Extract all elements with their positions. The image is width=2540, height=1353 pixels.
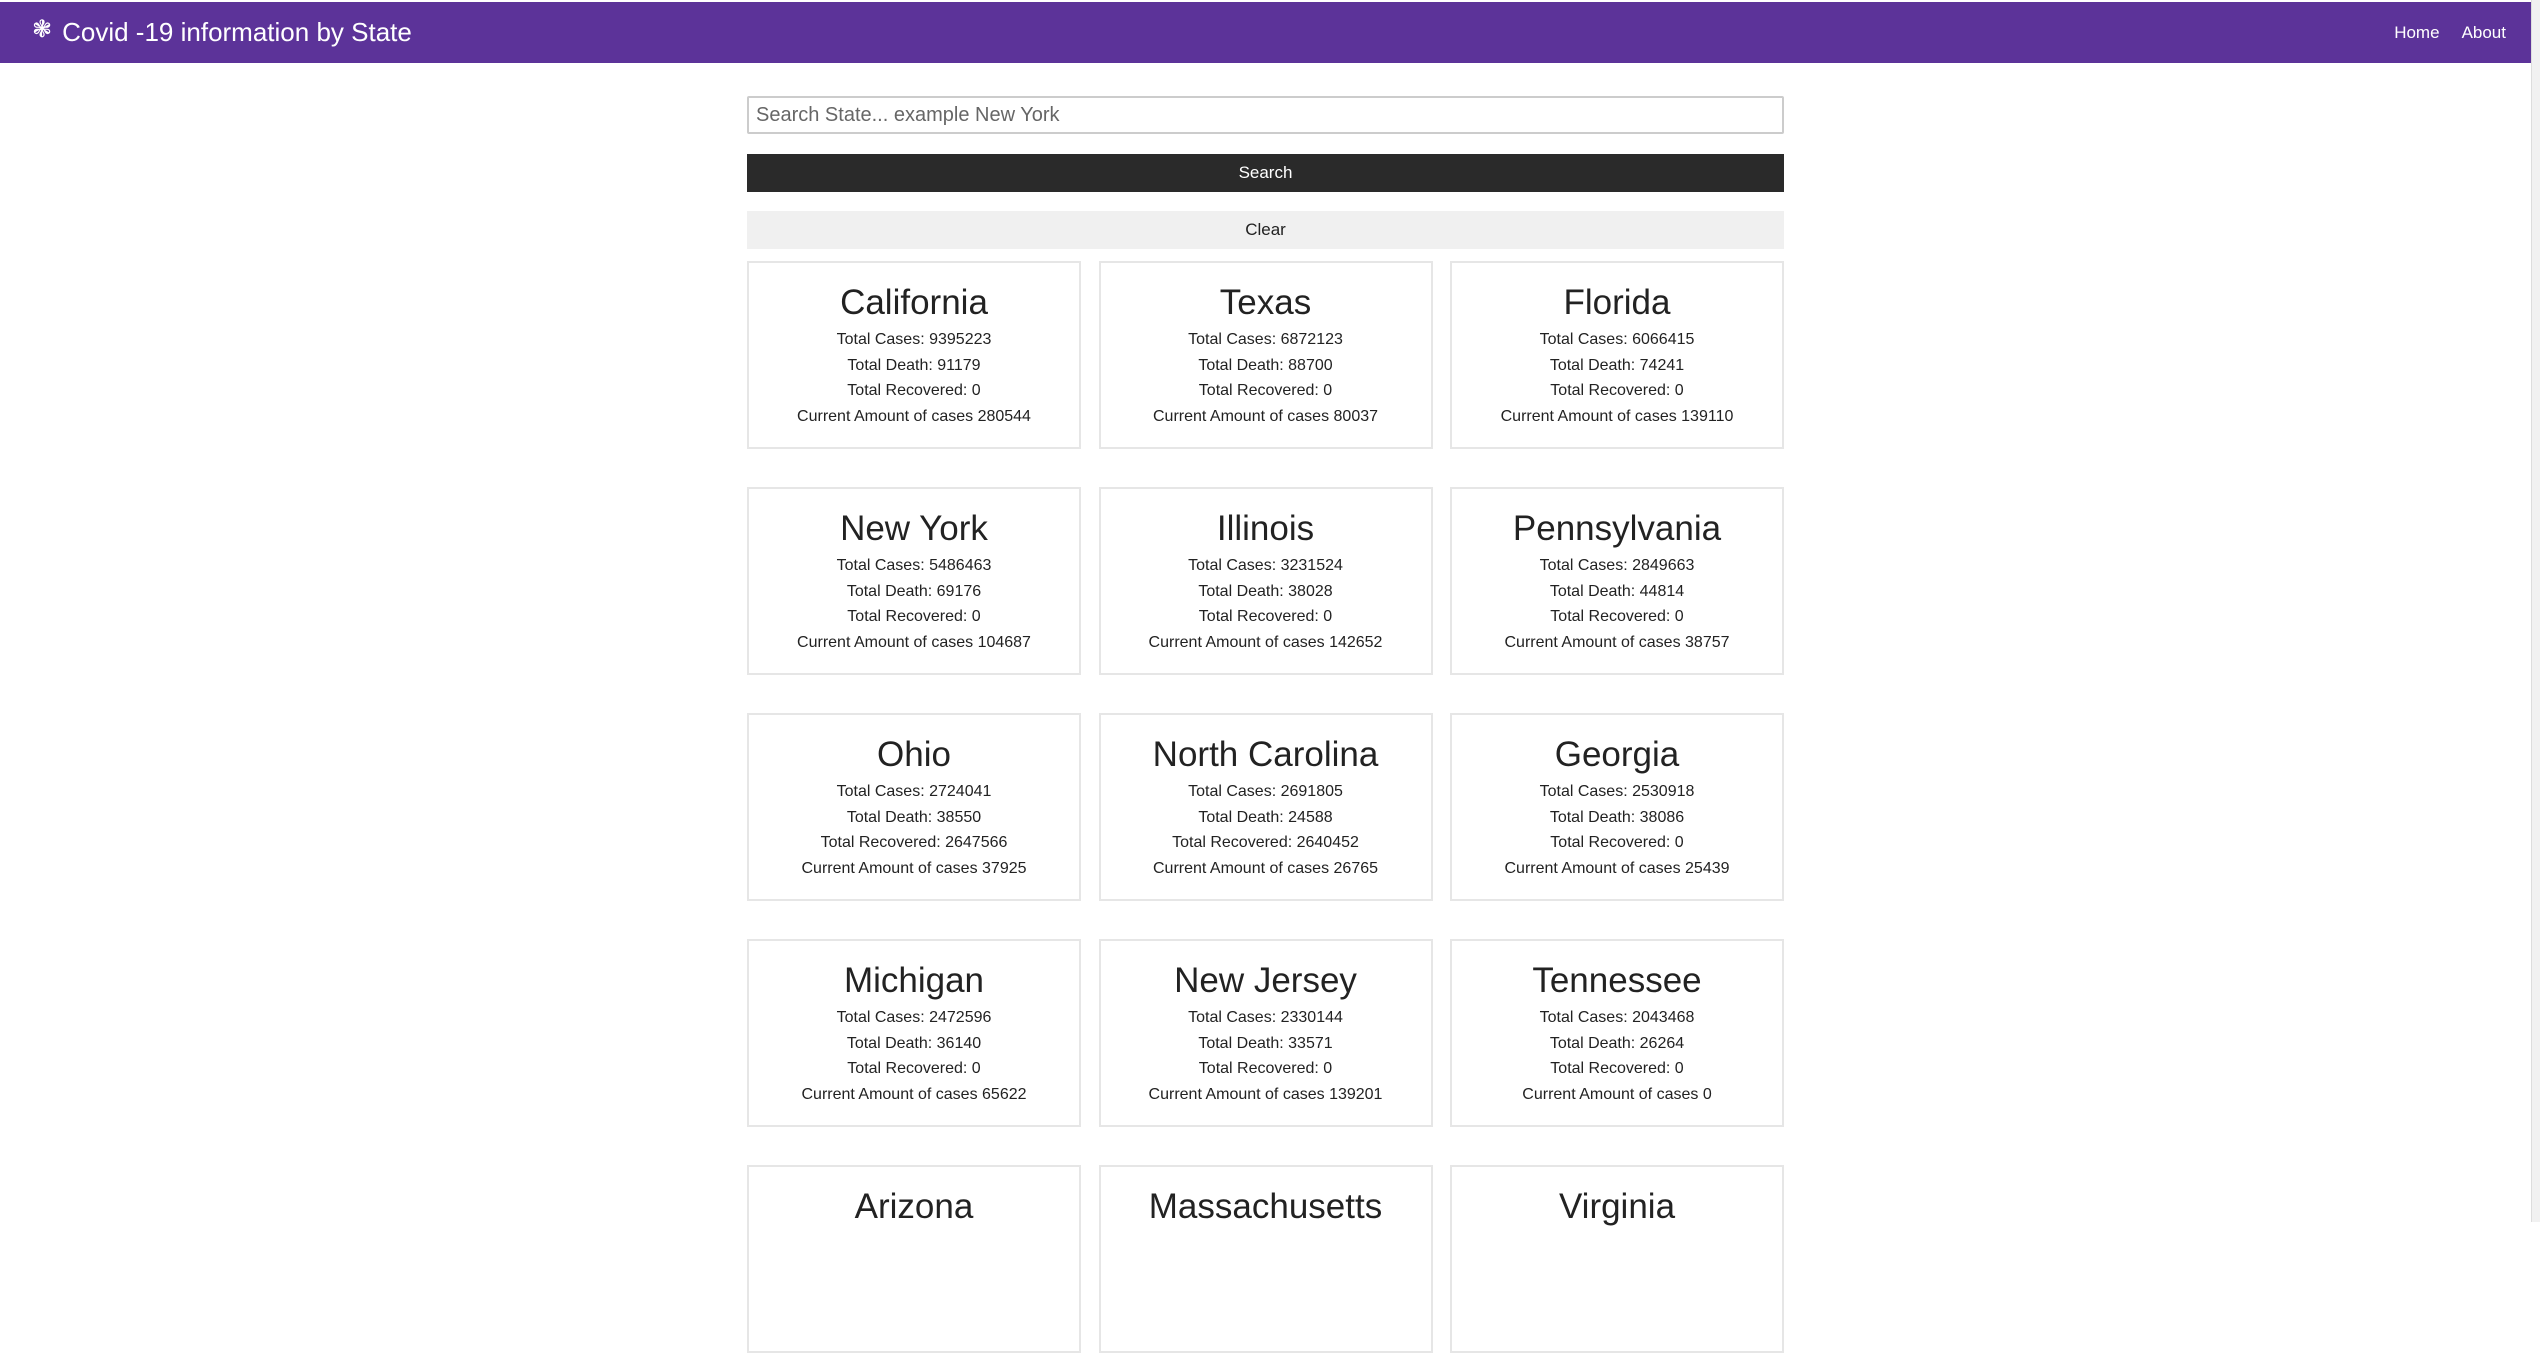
current-cases: Current Amount of cases 280544: [797, 407, 1031, 425]
main-content: Search Clear California Total Cases: 939…: [747, 96, 1784, 1353]
total-recovered: Total Recovered: 0: [1550, 834, 1684, 852]
total-recovered: Total Recovered: 0: [1550, 382, 1684, 400]
state-name: Virginia: [1558, 1187, 1676, 1226]
virus-icon: ❃: [32, 16, 53, 43]
current-cases: Current Amount of cases 142652: [1148, 633, 1383, 651]
state-card: North Carolina Total Cases: 2691805 Tota…: [1098, 713, 1433, 901]
total-cases: Total Cases: 2724041: [836, 783, 992, 800]
state-card: New York Total Cases: 5486463 Total Deat…: [747, 487, 1081, 675]
total-recovered: Total Recovered: 0: [1550, 608, 1684, 626]
state-card: Florida Total Cases: 6066415 Total Death…: [1450, 261, 1784, 449]
total-death: Total Death: 91179: [847, 356, 981, 374]
app-title: Covid -19 information by State: [62, 17, 412, 47]
total-recovered: Total Recovered: 2640452: [1172, 834, 1359, 852]
current-cases: Current Amount of cases 38757: [1504, 633, 1730, 651]
nav-home-link[interactable]: Home: [2394, 23, 2439, 43]
total-recovered: Total Recovered: 0: [847, 1060, 981, 1078]
total-cases: Total Cases: 2849663: [1539, 557, 1695, 574]
state-card: Texas Total Cases: 6872123 Total Death: …: [1098, 261, 1433, 449]
total-recovered: Total Recovered: 0: [1198, 608, 1333, 626]
state-card: Illinois Total Cases: 3231524 Total Deat…: [1098, 487, 1433, 675]
state-name: Michigan: [843, 961, 985, 1000]
current-cases: Current Amount of cases 0: [1522, 1085, 1712, 1103]
state-name: Tennessee: [1532, 961, 1702, 1000]
state-card: Pennsylvania Total Cases: 2849663 Total …: [1450, 487, 1784, 675]
total-cases: Total Cases: 3231524: [1188, 557, 1343, 574]
nav-about-link[interactable]: About: [2462, 23, 2506, 43]
total-death: Total Death: 69176: [846, 582, 982, 600]
state-name: Texas: [1219, 283, 1312, 322]
state-card: New Jersey Total Cases: 2330144 Total De…: [1098, 939, 1433, 1127]
state-name: North Carolina: [1152, 735, 1379, 774]
state-name: Pennsylvania: [1512, 509, 1722, 548]
total-recovered: Total Recovered: 0: [847, 382, 981, 400]
state-name: Florida: [1563, 283, 1671, 322]
current-cases: Current Amount of cases 139201: [1148, 1085, 1383, 1103]
state-name: Georgia: [1554, 735, 1680, 774]
current-cases: Current Amount of cases 139110: [1500, 407, 1734, 425]
total-death: Total Death: 24588: [1198, 808, 1333, 826]
current-cases: Current Amount of cases 65622: [801, 1085, 1027, 1103]
brand-link[interactable]: ❃ Covid -19 information by State: [32, 16, 412, 48]
total-cases: Total Cases: 2472596: [836, 1009, 992, 1026]
total-cases: Total Cases: 2043468: [1539, 1009, 1695, 1026]
total-recovered: Total Recovered: 0: [1198, 1060, 1333, 1078]
total-death: Total Death: 38086: [1549, 808, 1685, 826]
total-death: Total Death: 38028: [1198, 582, 1333, 600]
current-cases: Current Amount of cases 104687: [797, 633, 1031, 651]
total-death: Total Death: 38550: [846, 808, 982, 826]
state-card: Arizona: [747, 1165, 1081, 1353]
total-cases: Total Cases: 6872123: [1188, 331, 1343, 348]
state-card: Massachusetts: [1098, 1165, 1433, 1353]
nav-links: Home About: [2372, 23, 2506, 43]
total-recovered: Total Recovered: 0: [847, 608, 981, 626]
total-death: Total Death: 88700: [1198, 356, 1333, 374]
state-card: California Total Cases: 9395223 Total De…: [747, 261, 1081, 449]
total-death: Total Death: 44814: [1549, 582, 1685, 600]
state-card: Georgia Total Cases: 2530918 Total Death…: [1450, 713, 1784, 901]
total-cases: Total Cases: 2691805: [1188, 783, 1343, 800]
state-card: Virginia: [1450, 1165, 1784, 1353]
navbar: ❃ Covid -19 information by State Home Ab…: [0, 2, 2532, 63]
total-cases: Total Cases: 2330144: [1188, 1009, 1343, 1026]
current-cases: Current Amount of cases 26765: [1152, 859, 1379, 877]
state-card: Tennessee Total Cases: 2043468 Total Dea…: [1450, 939, 1784, 1127]
state-name: New York: [840, 509, 988, 548]
total-recovered: Total Recovered: 2647566: [820, 834, 1008, 852]
clear-button[interactable]: Clear: [747, 211, 1784, 249]
state-name: Arizona: [854, 1187, 974, 1226]
state-name: California: [840, 283, 988, 322]
total-death: Total Death: 26264: [1549, 1034, 1685, 1052]
search-button[interactable]: Search: [747, 154, 1784, 192]
total-cases: Total Cases: 5486463: [836, 557, 992, 574]
total-cases: Total Cases: 9395223: [836, 331, 992, 348]
state-name: Massachusetts: [1148, 1187, 1383, 1226]
current-cases: Current Amount of cases 37925: [801, 859, 1027, 877]
total-recovered: Total Recovered: 0: [1198, 382, 1333, 400]
total-death: Total Death: 36140: [846, 1034, 982, 1052]
current-cases: Current Amount of cases 80037: [1152, 407, 1379, 425]
state-card: Michigan Total Cases: 2472596 Total Deat…: [747, 939, 1081, 1127]
state-name: Illinois: [1216, 509, 1315, 548]
total-death: Total Death: 74241: [1549, 356, 1685, 374]
page-scrollbar[interactable]: [2531, 0, 2540, 1222]
state-name: New Jersey: [1174, 961, 1357, 1000]
total-cases: Total Cases: 2530918: [1539, 783, 1695, 800]
state-card-grid: California Total Cases: 9395223 Total De…: [747, 261, 1784, 1353]
total-cases: Total Cases: 6066415: [1539, 331, 1695, 348]
total-death: Total Death: 33571: [1198, 1034, 1333, 1052]
state-name: Ohio: [877, 735, 951, 774]
current-cases: Current Amount of cases 25439: [1504, 859, 1730, 877]
search-input[interactable]: [747, 96, 1784, 134]
state-card: Ohio Total Cases: 2724041 Total Death: 3…: [747, 713, 1081, 901]
total-recovered: Total Recovered: 0: [1550, 1060, 1684, 1078]
